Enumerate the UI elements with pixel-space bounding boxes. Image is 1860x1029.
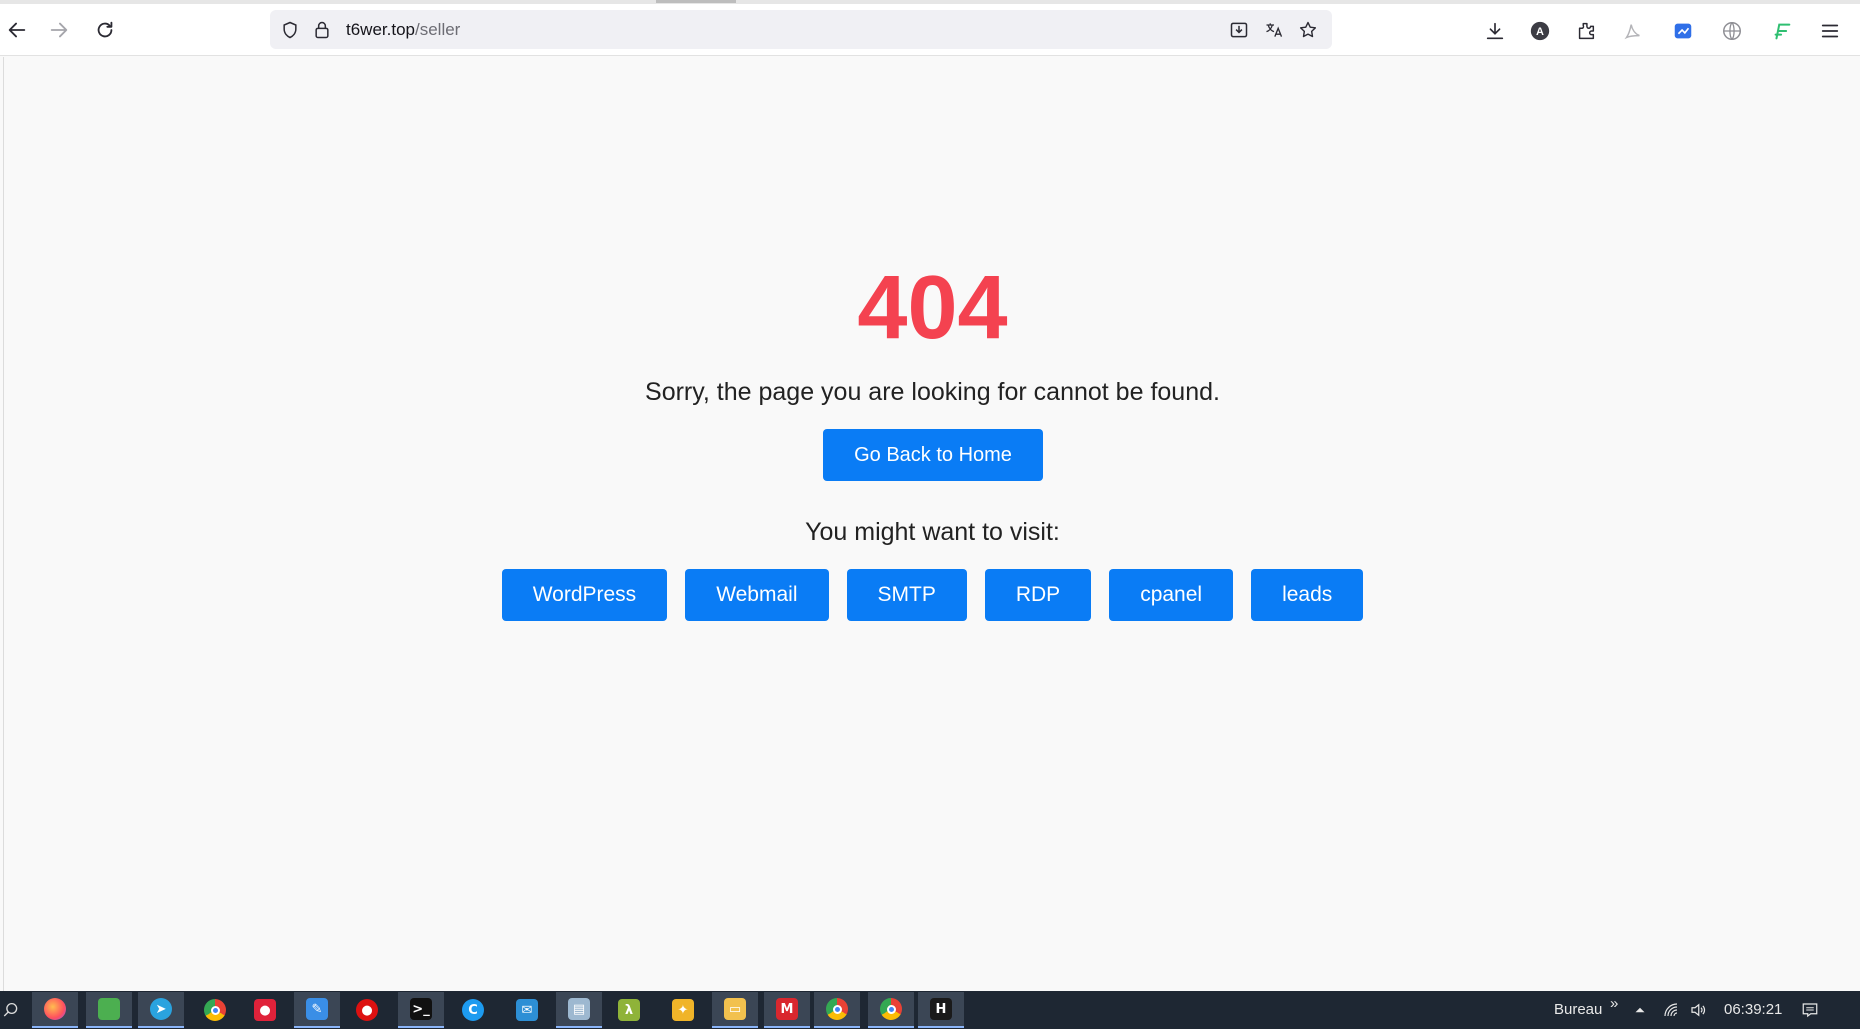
h-app-icon: H [930,998,952,1020]
clock[interactable]: 06:39:21 [1724,1001,1782,1018]
taskbar-app-button[interactable]: λ [606,992,652,1028]
bookmark-star-icon[interactable] [1296,18,1320,42]
address-bar[interactable]: t6wer.top/seller [270,10,1332,49]
error-message: Sorry, the page you are looking for cann… [645,378,1220,406]
chrome-profile-icon [826,998,848,1020]
translate-icon[interactable] [1262,18,1286,42]
search-icon[interactable] [0,998,22,1022]
taskbar-app-button[interactable]: H [918,992,964,1028]
go-home-button[interactable]: Go Back to Home [823,429,1043,481]
reload-icon [97,21,113,38]
account-icon[interactable]: A [1525,16,1555,46]
install-page-icon[interactable] [1227,18,1251,42]
taskbar-app-button[interactable]: ● [242,992,288,1028]
chevron-up-icon[interactable] [1630,1000,1650,1020]
error-code: 404 [857,258,1008,358]
taskbar-app-button[interactable]: ✎ [294,992,340,1028]
globe-icon[interactable] [1717,16,1747,46]
taskbar-app-button[interactable] [86,992,132,1028]
sync-extension-icon[interactable] [1668,16,1698,46]
url-path: /seller [415,20,461,39]
suggestions-heading: You might want to visit: [805,518,1060,546]
link-cpanel-button[interactable]: cpanel [1109,569,1234,621]
url-text[interactable]: t6wer.top/seller [346,20,460,40]
taskbar-app-button[interactable]: ✦ [660,992,706,1028]
taskbar-app-button[interactable]: ▭ [712,992,758,1028]
browser-toolbar: t6wer.top/seller A [0,4,1860,56]
url-host: t6wer.top [346,20,415,39]
link-leads-button[interactable]: leads [1251,569,1364,621]
notes-icon: ▤ [568,998,590,1020]
taskbar-app-button[interactable] [814,992,860,1028]
taskbar-app-button[interactable]: >_ [398,992,444,1028]
mega-icon: M [776,998,798,1020]
taskbar-app-button[interactable] [868,992,914,1028]
extensions-icon[interactable] [1571,16,1601,46]
windows-taskbar: ➤ ● ✎ ● >_ C ✉ ▤ λ ✦ ▭ M H Bureau » 06:39:21 [0,991,1860,1029]
taskbar-app-button[interactable]: ● [344,992,390,1028]
wifi-icon[interactable] [1661,1000,1681,1020]
chrome-alt-icon [880,998,902,1020]
page-viewport: 404 Sorry, the page you are looking for … [3,57,1860,991]
brush-icon: ✦ [672,999,694,1021]
back-button[interactable] [0,13,34,47]
suggestion-links: WordPress Webmail SMTP RDP cpanel leads [4,569,1860,621]
volume-icon[interactable] [1688,1000,1708,1020]
image-viewer-icon [98,998,120,1020]
link-wordpress-button[interactable]: WordPress [501,569,668,621]
mail-client-icon: ✉ [516,999,538,1021]
chrome-icon [204,999,226,1021]
screen-recorder-icon: ● [254,999,276,1021]
svg-text:A: A [1536,26,1544,38]
feather-app-icon: ✎ [306,998,328,1020]
acrobat-icon[interactable] [1618,16,1648,46]
downloads-icon[interactable] [1480,16,1510,46]
link-smtp-button[interactable]: SMTP [846,569,967,621]
firefox-icon [44,998,66,1020]
taskbar-app-button[interactable] [32,992,78,1028]
lock-icon[interactable] [310,18,334,42]
taskbar-app-button[interactable]: M [764,992,810,1028]
terminal-icon: >_ [410,998,432,1020]
taskbar-app-button[interactable] [192,992,238,1028]
notification-center-icon[interactable] [1800,1000,1820,1020]
taskbar-app-button[interactable]: C [450,992,496,1028]
link-webmail-button[interactable]: Webmail [685,569,829,621]
desktop-toolbar-label[interactable]: Bureau [1554,1001,1602,1018]
active-tab-indicator[interactable] [656,0,736,3]
file-explorer-icon: ▭ [724,998,746,1020]
taskbar-app-button[interactable]: ▤ [556,992,602,1028]
taskbar-app-button[interactable]: ✉ [504,992,550,1028]
arrow-left-icon [8,22,26,38]
reload-button[interactable] [88,13,122,47]
taskbar-app-button[interactable]: ➤ [138,992,184,1028]
ccleaner-icon: C [462,999,484,1021]
flag-extension-icon[interactable] [1767,16,1797,46]
lambda-app-icon: λ [618,999,640,1021]
forward-button[interactable] [42,13,76,47]
telegram-icon: ➤ [150,998,172,1020]
arrow-right-icon [50,22,68,38]
toolbar-overflow-chevron[interactable]: » [1610,995,1618,1012]
link-rdp-button[interactable]: RDP [984,569,1092,621]
record-icon: ● [356,999,378,1021]
tracking-shield-icon[interactable] [278,18,302,42]
menu-hamburger-icon[interactable] [1815,16,1845,46]
